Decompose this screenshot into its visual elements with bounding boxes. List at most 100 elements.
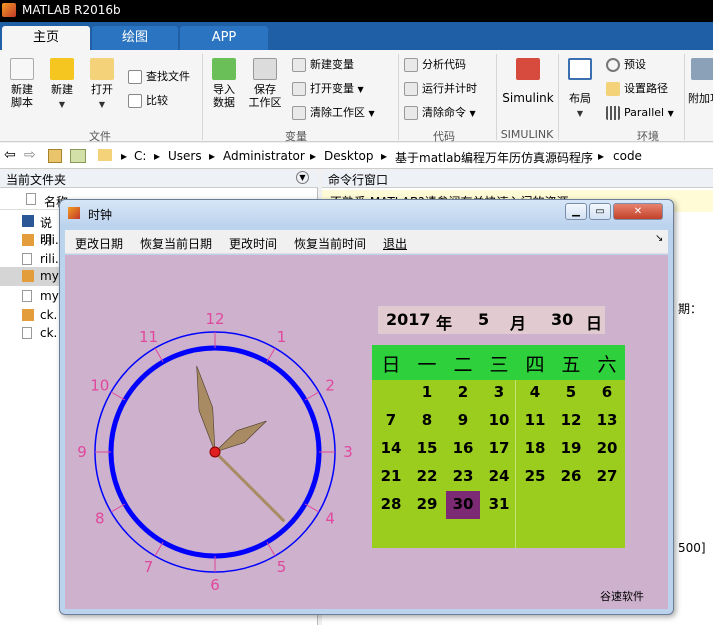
prefs-label: 预设 — [624, 58, 646, 71]
calendar-day: 4 — [529, 383, 541, 401]
figure-title-bar[interactable]: 时钟 ▁ ▭ ✕ — [60, 200, 673, 226]
forward-icon[interactable]: ⇨ — [24, 147, 36, 163]
calendar-day: 12 — [560, 411, 582, 429]
menu-exit[interactable]: 退出 — [383, 235, 407, 252]
tab-home[interactable]: 主页 — [2, 26, 90, 50]
layout-button[interactable]: 布局 ▼ — [564, 58, 596, 120]
parallel-icon — [606, 106, 620, 120]
save-workspace-button[interactable]: 保存 工作区 — [246, 58, 284, 109]
calendar-day: 25 — [524, 467, 546, 485]
add-ons-button[interactable]: 附加功 — [688, 58, 713, 105]
list-item[interactable]: ck. — [0, 324, 60, 342]
save-icon — [253, 58, 277, 80]
second-hand — [213, 450, 286, 523]
list-item[interactable]: 说明 — [0, 212, 60, 247]
open-button[interactable]: 打开 ▼ — [86, 58, 118, 111]
chevron-down-icon[interactable]: ▼ — [296, 171, 309, 184]
day-value: 30 — [551, 310, 574, 329]
file-name: rili. — [40, 252, 59, 266]
path-segment[interactable]: Administrator — [223, 149, 305, 163]
new-script-button[interactable]: 新建 脚本 — [6, 58, 38, 109]
weekday-label: 六 — [597, 354, 617, 376]
run-and-time-button[interactable]: 运行并计时 — [404, 80, 477, 98]
back-icon[interactable]: ⇦ — [4, 147, 16, 163]
clear-commands-button[interactable]: 清除命令 ▼ — [404, 104, 476, 122]
group-separator — [684, 54, 685, 140]
add-ons-icon — [691, 58, 713, 80]
path-segment[interactable]: 基于matlab编程万年历仿真源码程序 — [395, 149, 593, 166]
calendar-day: 19 — [560, 439, 582, 457]
menu-change-time[interactable]: 更改时间 — [229, 235, 277, 252]
close-button[interactable]: ✕ — [613, 203, 663, 220]
path-segment[interactable]: Desktop — [324, 149, 374, 163]
clock-number: 2 — [325, 377, 335, 395]
maximize-button[interactable]: ▭ — [589, 203, 611, 220]
preferences-button[interactable]: 预设 — [606, 56, 646, 74]
clock-tick — [110, 391, 126, 401]
calendar-day: 3 — [493, 383, 505, 401]
file-name: ck. — [40, 308, 58, 322]
calendar-day: 9 — [457, 411, 469, 429]
file-icon — [22, 253, 32, 265]
group-label-file: 文件 — [89, 130, 111, 143]
month-label: 月 — [510, 314, 527, 333]
calendar-day: 29 — [416, 495, 438, 513]
year-label: 年 — [436, 314, 453, 333]
date-display: 2017 年 5 月 30 日 — [378, 306, 605, 334]
clock-number: 11 — [139, 328, 158, 346]
new-variable-icon — [292, 58, 306, 72]
list-item[interactable]: rili. — [0, 231, 60, 249]
simulink-button[interactable]: Simulink — [502, 58, 554, 105]
minimize-button[interactable]: ▁ — [565, 203, 587, 220]
file-icon — [26, 193, 36, 205]
calendar-day: 7 — [385, 411, 397, 429]
path-segment[interactable]: code — [613, 149, 642, 163]
import-data-button[interactable]: 导入 数据 — [208, 58, 240, 109]
group-separator — [558, 54, 559, 140]
chevron-down-icon: ▼ — [469, 109, 476, 118]
find-files-button[interactable]: 查找文件 — [128, 68, 190, 86]
parallel-button[interactable]: Parallel ▼ — [606, 104, 674, 122]
clock-center-dot — [209, 446, 221, 458]
new-button[interactable]: 新建 ▼ — [46, 58, 78, 111]
list-item[interactable]: my — [0, 267, 60, 286]
clear-workspace-button[interactable]: 清除工作区 ▼ — [292, 104, 375, 122]
brand-label: 谷速软件 — [600, 590, 644, 603]
new-script-label: 新建 脚本 — [11, 83, 33, 109]
file-name: my — [40, 269, 59, 283]
folder-icon — [606, 82, 620, 96]
new-script-icon — [10, 58, 34, 80]
clock-tick — [154, 347, 164, 363]
clock-tick — [154, 541, 164, 557]
tab-apps[interactable]: APP — [180, 26, 268, 50]
new-var-label: 新建变量 — [310, 58, 354, 71]
gear-icon — [606, 58, 620, 72]
group-label-code: 代码 — [433, 130, 455, 143]
compare-button[interactable]: 比较 — [128, 92, 168, 110]
menu-change-date[interactable]: 更改日期 — [75, 235, 123, 252]
menu-restore-time[interactable]: 恢复当前时间 — [294, 235, 366, 252]
analyze-code-button[interactable]: 分析代码 — [404, 56, 466, 74]
up-folder-icon[interactable] — [48, 149, 62, 163]
path-segment[interactable]: Users — [168, 149, 202, 163]
list-item[interactable]: my — [0, 287, 60, 305]
dock-arrow-icon[interactable]: ↘ — [655, 233, 663, 244]
browse-folder-icon[interactable] — [70, 149, 86, 163]
figure-canvas: 12 1 2 3 4 5 6 7 8 9 10 11 2017 年 5 月 30 日 日一二三四五六 … — [65, 255, 668, 609]
calendar-day: 1 — [421, 383, 433, 401]
open-variable-button[interactable]: 打开变量 ▼ — [292, 80, 364, 98]
calendar-day: 18 — [524, 439, 546, 457]
list-item[interactable]: ck. — [0, 306, 60, 324]
parallel-label: Parallel — [624, 106, 665, 119]
set-path-button[interactable]: 设置路径 — [606, 80, 668, 98]
path-segment[interactable]: C: — [134, 149, 146, 163]
calendar-day: 26 — [560, 467, 582, 485]
clock-tick — [266, 347, 276, 363]
menu-restore-date[interactable]: 恢复当前日期 — [140, 235, 212, 252]
calendar-day: 20 — [596, 439, 618, 457]
layout-label: 布局 — [569, 92, 591, 105]
tab-plots[interactable]: 绘图 — [92, 26, 178, 50]
new-variable-button[interactable]: 新建变量 — [292, 56, 354, 74]
simulink-label: Simulink — [502, 91, 554, 105]
list-item[interactable]: rili. — [0, 250, 60, 268]
